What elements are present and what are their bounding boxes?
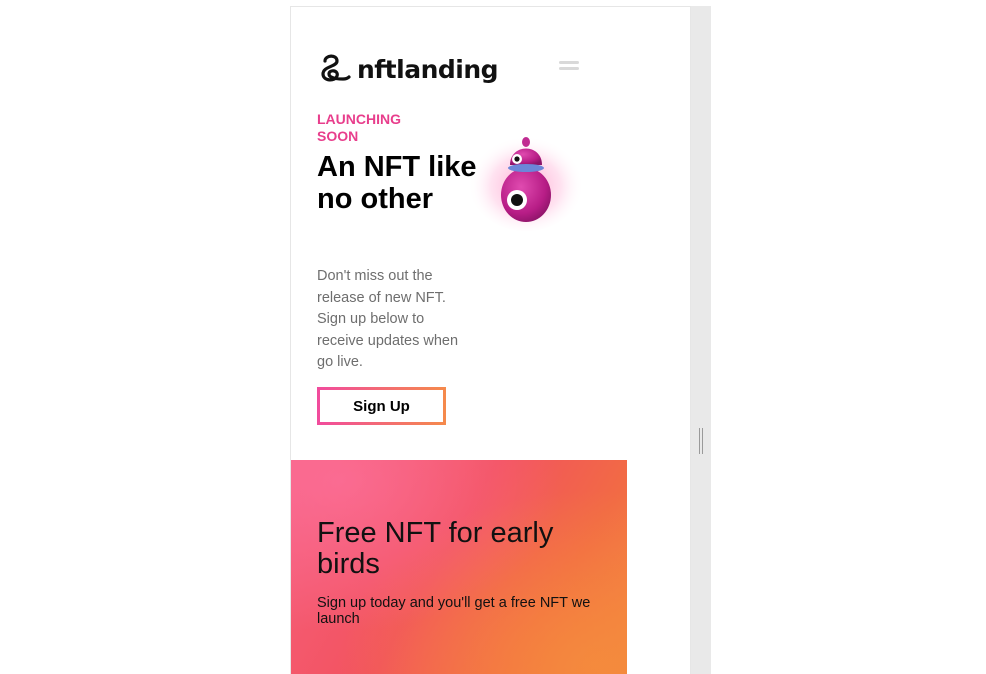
promo-banner: Free NFT for early birds Sign up today a… [291,460,627,674]
hero-description: Don't miss out the release of new NFT. S… [317,268,459,370]
viewport-resize-gutter [691,6,711,674]
hamburger-menu-icon[interactable] [559,61,579,73]
brand-name[interactable]: nftlanding [357,55,499,84]
mobile-viewport: nftlanding LAUNCHING SOON An NFT like no… [290,6,691,674]
sign-up-button[interactable]: Sign Up [317,387,446,425]
pink-monster-character [468,131,584,231]
site-header: nftlanding [317,51,499,87]
resize-handle[interactable] [699,428,703,454]
promo-text: Sign up today and you'll get a free NFT … [317,595,591,627]
launching-soon-label: LAUNCHING SOON [317,111,401,144]
hero-title: An NFT like no other [317,151,477,215]
promo-title: Free NFT for early birds [317,517,554,580]
swirl-logo-icon[interactable] [317,52,351,86]
